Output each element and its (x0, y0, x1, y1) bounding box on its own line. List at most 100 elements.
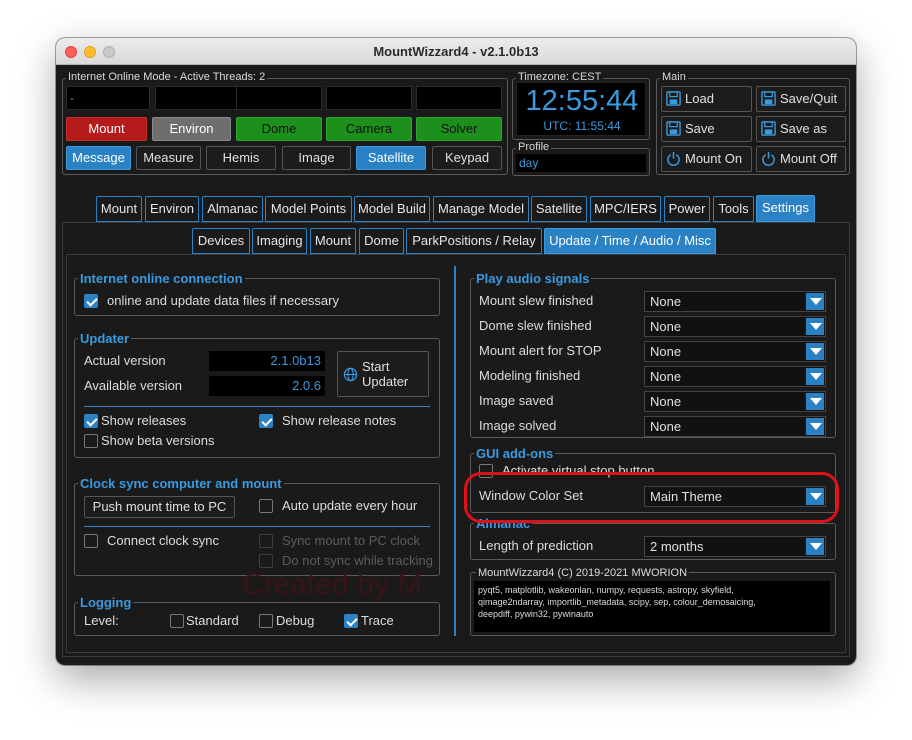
audio-select-image-saved[interactable]: None (644, 391, 826, 412)
audio-select-mount-alert[interactable]: None (644, 341, 826, 362)
no-sync-tracking-label: Do not sync while tracking (282, 553, 434, 568)
subtab-devices[interactable]: Devices (192, 228, 250, 254)
tab-satellite[interactable]: Satellite (531, 196, 587, 222)
logging-standard-label: Standard (186, 613, 239, 628)
chevron-down-icon (805, 343, 824, 360)
power-off-icon (762, 151, 775, 166)
tab-almanac[interactable]: Almanac (202, 196, 263, 222)
tab-power[interactable]: Power (664, 196, 710, 222)
logging-standard-radio[interactable] (170, 614, 184, 628)
start-updater-button[interactable]: Start Updater (337, 351, 429, 397)
show-releases-checkbox[interactable] (84, 414, 98, 428)
sync-mount-label: Sync mount to PC clock (282, 533, 420, 548)
push-mount-time-button[interactable]: Push mount time to PC (84, 496, 235, 518)
chevron-down-icon (805, 368, 824, 385)
audio-row-label: Mount alert for STOP (479, 343, 602, 358)
subtab-imaging[interactable]: Imaging (252, 228, 307, 254)
prediction-length-select[interactable]: 2 months (644, 536, 826, 557)
logging-trace-radio[interactable] (344, 614, 358, 628)
load-label: Load (685, 91, 714, 106)
tab-mpc-iers[interactable]: MPC/IERS (590, 196, 661, 222)
actual-version-value: 2.1.0b13 (209, 351, 325, 371)
chevron-down-icon (805, 318, 824, 335)
logging-group-title: Logging (78, 595, 134, 610)
image-button[interactable]: Image (282, 146, 351, 170)
sync-mount-checkbox[interactable] (259, 534, 273, 548)
audio-select-value: None (650, 294, 682, 309)
show-beta-checkbox[interactable] (84, 434, 98, 448)
zoom-window-button[interactable] (103, 46, 115, 58)
hemis-button[interactable]: Hemis (206, 146, 276, 170)
chevron-down-icon (805, 293, 824, 310)
satellite-button[interactable]: Satellite (356, 146, 426, 170)
status-box-2 (155, 86, 241, 110)
save-quit-button[interactable]: Save/Quit (756, 86, 846, 112)
clock-sync-group-title: Clock sync computer and mount (78, 476, 284, 491)
online-checkbox[interactable] (84, 294, 98, 308)
app-window: MountWizzard4 - v2.1.0b13 Internet Onlin… (56, 38, 856, 665)
available-version-label: Available version (84, 378, 183, 393)
audio-select-modeling[interactable]: None (644, 366, 826, 387)
status-box-5 (416, 86, 502, 110)
status-panel-label: Internet Online Mode - Active Threads: 2 (66, 71, 268, 83)
actual-version-label: Actual version (84, 353, 166, 368)
subtab-mount[interactable]: Mount (310, 228, 356, 254)
subtab-park-positions[interactable]: ParkPositions / Relay (406, 228, 542, 254)
measure-button[interactable]: Measure (136, 146, 201, 170)
save-as-button[interactable]: Save as (756, 116, 846, 142)
audio-select-value: None (650, 394, 682, 409)
tab-model-points[interactable]: Model Points (265, 196, 352, 222)
auto-update-checkbox[interactable] (259, 499, 273, 513)
save-button[interactable]: Save (661, 116, 752, 142)
mount-status-button[interactable]: Mount (66, 117, 147, 141)
load-button[interactable]: Load (661, 86, 752, 112)
save-label: Save (685, 121, 715, 136)
mount-on-label: Mount On (685, 151, 743, 166)
tab-tools[interactable]: Tools (713, 196, 754, 222)
connect-clock-sync-checkbox[interactable] (84, 534, 98, 548)
save-quit-label: Save/Quit (780, 91, 838, 106)
logging-level-label: Level: (84, 613, 119, 628)
subtab-dome[interactable]: Dome (359, 228, 404, 254)
chevron-down-icon (805, 393, 824, 410)
audio-group-title: Play audio signals (474, 271, 592, 286)
close-window-button[interactable] (65, 46, 77, 58)
tab-environ[interactable]: Environ (145, 196, 199, 222)
window-title: MountWizzard4 - v2.1.0b13 (373, 44, 539, 59)
mount-off-button[interactable]: Mount Off (756, 146, 846, 172)
audio-select-value: None (650, 319, 682, 334)
dome-status-button[interactable]: Dome (236, 117, 322, 141)
audio-select-image-solved[interactable]: None (644, 416, 826, 437)
logging-trace-label: Trace (361, 613, 394, 628)
clock-separator (84, 526, 430, 527)
gui-addons-group-title: GUI add-ons (474, 446, 556, 461)
tab-settings[interactable]: Settings (756, 195, 815, 222)
show-release-notes-checkbox[interactable] (259, 414, 273, 428)
floppy-save-icon (666, 121, 681, 136)
power-on-icon (667, 151, 680, 166)
show-releases-label: Show releases (101, 413, 187, 428)
audio-select-mount-slew[interactable]: None (644, 291, 826, 312)
mount-on-button[interactable]: Mount On (661, 146, 752, 172)
subtab-update-time-audio-misc[interactable]: Update / Time / Audio / Misc (544, 228, 716, 254)
audio-select-value: None (650, 369, 682, 384)
logging-debug-radio[interactable] (259, 614, 273, 628)
connect-clock-sync-label: Connect clock sync (107, 533, 219, 548)
globe-icon (343, 367, 358, 382)
about-line2: qimage2ndarray, importlib_metadata, scip… (478, 597, 756, 607)
tab-model-build[interactable]: Model Build (354, 196, 430, 222)
keypad-button[interactable]: Keypad (432, 146, 502, 170)
message-button[interactable]: Message (66, 146, 131, 170)
chevron-down-icon (805, 418, 824, 435)
mount-off-label: Mount Off (780, 151, 837, 166)
updater-group-title: Updater (78, 331, 132, 346)
tab-manage-model[interactable]: Manage Model (433, 196, 529, 222)
audio-select-dome-slew[interactable]: None (644, 316, 826, 337)
tab-mount[interactable]: Mount (96, 196, 142, 222)
environ-status-button[interactable]: Environ (152, 117, 231, 141)
no-sync-tracking-checkbox[interactable] (259, 554, 273, 568)
minimize-window-button[interactable] (84, 46, 96, 58)
show-release-notes-label: Show release notes (282, 413, 397, 428)
camera-status-button[interactable]: Camera (326, 117, 412, 141)
solver-status-button[interactable]: Solver (416, 117, 502, 141)
